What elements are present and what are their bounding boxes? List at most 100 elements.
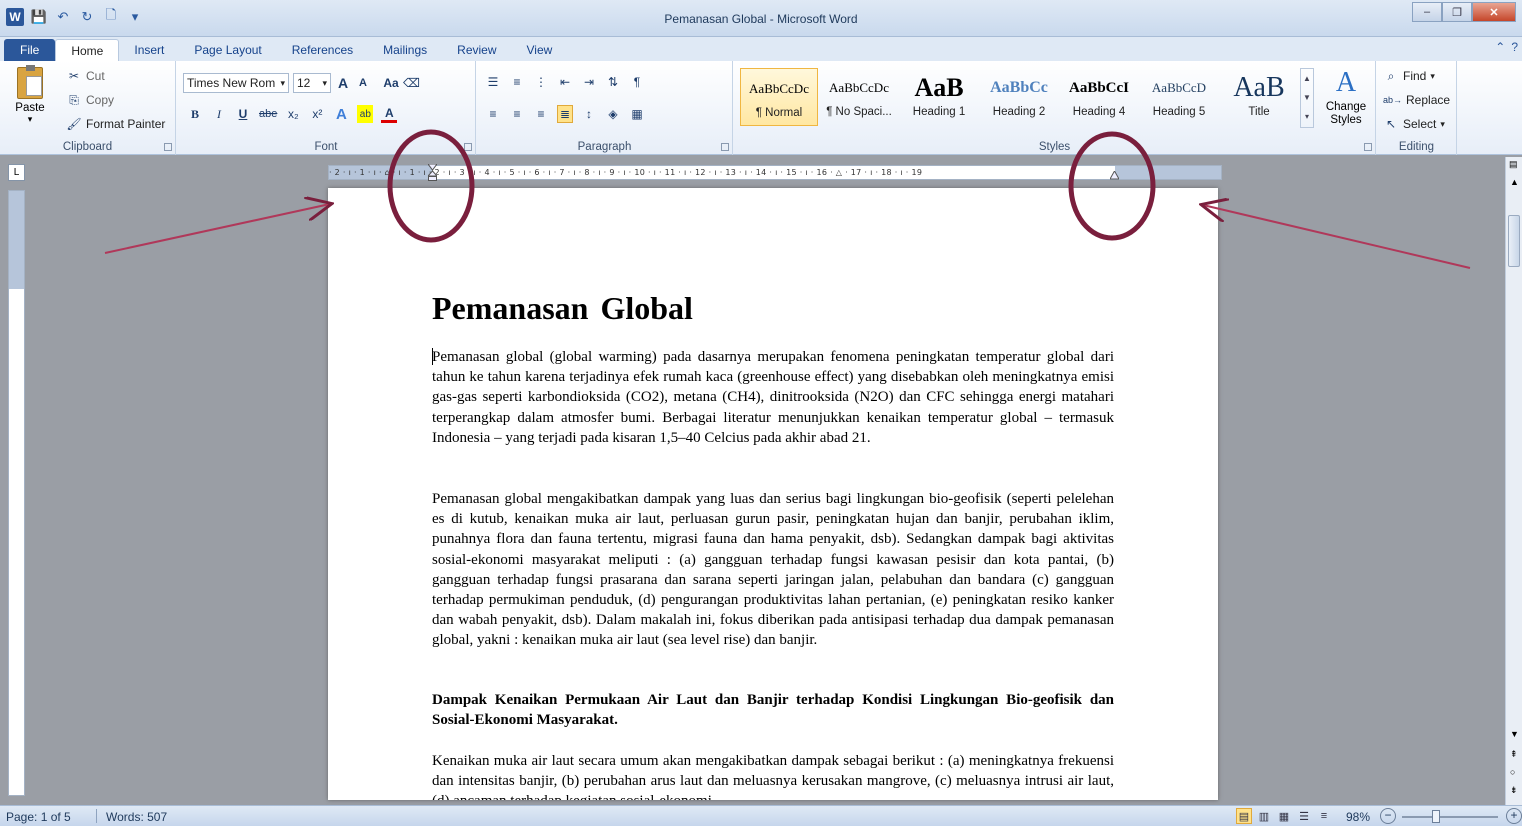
tab-file[interactable]: File: [4, 39, 56, 61]
tab-view[interactable]: View: [512, 39, 568, 61]
zoom-level[interactable]: 98%: [1346, 810, 1370, 824]
style-heading-4[interactable]: AaBbCcI Heading 4: [1060, 68, 1138, 126]
tab-mailings[interactable]: Mailings: [368, 39, 442, 61]
zoom-slider-thumb[interactable]: [1432, 810, 1440, 823]
change-styles-button[interactable]: A Change Styles: [1320, 67, 1372, 127]
paragraph-1: Pemanasan global (global warming) pada d…: [432, 349, 1114, 446]
find-label: Find: [1403, 69, 1427, 83]
shading-icon[interactable]: ◈: [605, 105, 621, 123]
numbering-icon[interactable]: ≡: [509, 73, 525, 91]
style-heading-1[interactable]: AaB Heading 1: [900, 68, 978, 126]
strikethrough-button[interactable]: abe: [259, 105, 277, 123]
decrease-indent-icon[interactable]: ⇤: [557, 73, 573, 91]
ruler-toggle-icon[interactable]: ▤: [1509, 159, 1518, 170]
cut-button[interactable]: ✂ Cut: [66, 67, 105, 85]
paste-button[interactable]: Paste ▾: [12, 65, 48, 125]
zoom-slider-track[interactable]: [1402, 816, 1498, 818]
align-center-icon[interactable]: ≡: [509, 105, 525, 123]
zoom-in-button[interactable]: +: [1506, 808, 1522, 824]
bullets-icon[interactable]: ☰: [485, 73, 501, 91]
font-family-select[interactable]: Times New Rom ▾: [183, 73, 289, 93]
change-case-button[interactable]: Aa: [383, 74, 399, 92]
highlight-icon[interactable]: ab: [357, 105, 374, 123]
subscript-button[interactable]: x₂: [285, 105, 301, 123]
restore-button[interactable]: ❐: [1442, 2, 1472, 22]
justify-icon[interactable]: ≣: [557, 105, 573, 123]
font-row-1: Times New Rom ▾ 12 ▾ A A Aa ⌫: [183, 73, 420, 93]
line-spacing-icon[interactable]: ↕: [581, 105, 597, 123]
next-page-icon[interactable]: ⇟: [1510, 785, 1518, 796]
tab-review[interactable]: Review: [442, 39, 511, 61]
paste-label: Paste: [15, 102, 45, 114]
underline-button[interactable]: U: [235, 105, 251, 123]
text-effects-icon[interactable]: A: [333, 105, 349, 123]
horizontal-ruler[interactable]: · 2 · ı · 1 · ı · ⌂ · ı · 1 · ı · 2 · ı …: [328, 163, 1222, 181]
align-right-icon[interactable]: ≡: [533, 105, 549, 123]
tab-insert[interactable]: Insert: [119, 39, 179, 61]
window-controls: – ❐ ✕: [1412, 2, 1516, 22]
zoom-out-button[interactable]: −: [1380, 808, 1396, 824]
align-left-icon[interactable]: ≡: [485, 105, 501, 123]
tab-references[interactable]: References: [277, 39, 368, 61]
replace-button[interactable]: ab→ Replace: [1383, 91, 1450, 109]
font-launcher-icon[interactable]: [464, 143, 472, 151]
font-size-select[interactable]: 12 ▾: [293, 73, 331, 93]
scroll-up-icon[interactable]: ▲: [1510, 177, 1519, 187]
paragraph-group: ☰ ≡ ⋮ ⇤ ⇥ ⇅ ¶ ≡ ≡ ≡ ≣ ↕ ◈ ▦ Paragraph: [477, 61, 733, 155]
print-layout-icon[interactable]: ▤: [1236, 808, 1252, 824]
style-heading-5[interactable]: AaBbCcD Heading 5: [1140, 68, 1218, 126]
italic-button[interactable]: I: [211, 105, 227, 123]
sort-icon[interactable]: ⇅: [605, 73, 621, 91]
styles-launcher-icon[interactable]: [1364, 143, 1372, 151]
minimize-ribbon-icon[interactable]: ⌃: [1495, 40, 1505, 54]
clipboard-group-label: Clipboard: [62, 141, 113, 153]
word-count[interactable]: Words: 507: [106, 810, 167, 824]
style-no-spacing[interactable]: AaBbCcDc ¶ No Spaci...: [820, 68, 898, 126]
page-count[interactable]: Page: 1 of 5: [6, 810, 71, 824]
show-formatting-icon[interactable]: ¶: [629, 73, 645, 91]
vertical-ruler[interactable]: [8, 190, 25, 796]
font-color-icon[interactable]: A: [381, 105, 398, 123]
close-button[interactable]: ✕: [1472, 2, 1516, 22]
help-icon[interactable]: ?: [1511, 40, 1518, 54]
full-screen-reading-icon[interactable]: ▥: [1256, 808, 1272, 824]
scroll-thumb[interactable]: [1508, 215, 1520, 267]
clipboard-launcher-icon[interactable]: [164, 143, 172, 151]
minimize-button[interactable]: –: [1412, 2, 1442, 22]
paragraph-launcher-icon[interactable]: [721, 143, 729, 151]
multilevel-list-icon[interactable]: ⋮: [533, 73, 549, 91]
select-button[interactable]: ↖ Select ▾: [1383, 115, 1445, 133]
browse-object-icon[interactable]: ○: [1510, 767, 1515, 777]
style-title[interactable]: AaB Title: [1220, 68, 1298, 126]
previous-page-icon[interactable]: ⇞: [1510, 749, 1518, 760]
editing-group-label: Editing: [1398, 141, 1435, 153]
document-page[interactable]: Pemanasan Global Pemanasan global (globa…: [328, 188, 1218, 800]
grow-font-button[interactable]: A: [335, 74, 351, 92]
annotation-arrow-right: [1203, 205, 1471, 269]
draft-icon[interactable]: ≡: [1316, 808, 1332, 824]
scroll-down-icon[interactable]: ▼: [1510, 729, 1519, 739]
tab-home[interactable]: Home: [55, 39, 120, 61]
find-button[interactable]: ⌕ Find ▾: [1383, 67, 1435, 85]
styles-gallery-scroll[interactable]: ▲ ▼ ▾: [1300, 68, 1314, 128]
cut-label: Cut: [86, 69, 105, 83]
indent-marker-icon[interactable]: [426, 163, 439, 181]
bold-button[interactable]: B: [187, 105, 203, 123]
style-normal[interactable]: AaBbCcDc ¶ Normal: [740, 68, 818, 126]
borders-icon[interactable]: ▦: [629, 105, 645, 123]
superscript-button[interactable]: x²: [309, 105, 325, 123]
right-indent-marker-icon[interactable]: [1109, 169, 1120, 180]
outline-icon[interactable]: ☰: [1296, 808, 1312, 824]
style-normal-sample: AaBbCcDc: [749, 81, 809, 96]
copy-button[interactable]: ⎘ Copy: [66, 91, 114, 109]
tab-selector[interactable]: L: [8, 164, 25, 181]
shrink-font-button[interactable]: A: [355, 74, 371, 92]
increase-indent-icon[interactable]: ⇥: [581, 73, 597, 91]
style-heading-2[interactable]: AaBbCc Heading 2: [980, 68, 1058, 126]
tab-page-layout[interactable]: Page Layout: [179, 39, 276, 61]
format-painter-button[interactable]: 🖌 Format Painter: [66, 115, 165, 133]
web-layout-icon[interactable]: ▦: [1276, 808, 1292, 824]
vertical-scrollbar[interactable]: ▤ ▲ ▼ ⇞ ○ ⇟: [1505, 157, 1522, 805]
text-cursor: [432, 348, 433, 365]
clear-formatting-icon[interactable]: ⌫: [403, 74, 420, 92]
